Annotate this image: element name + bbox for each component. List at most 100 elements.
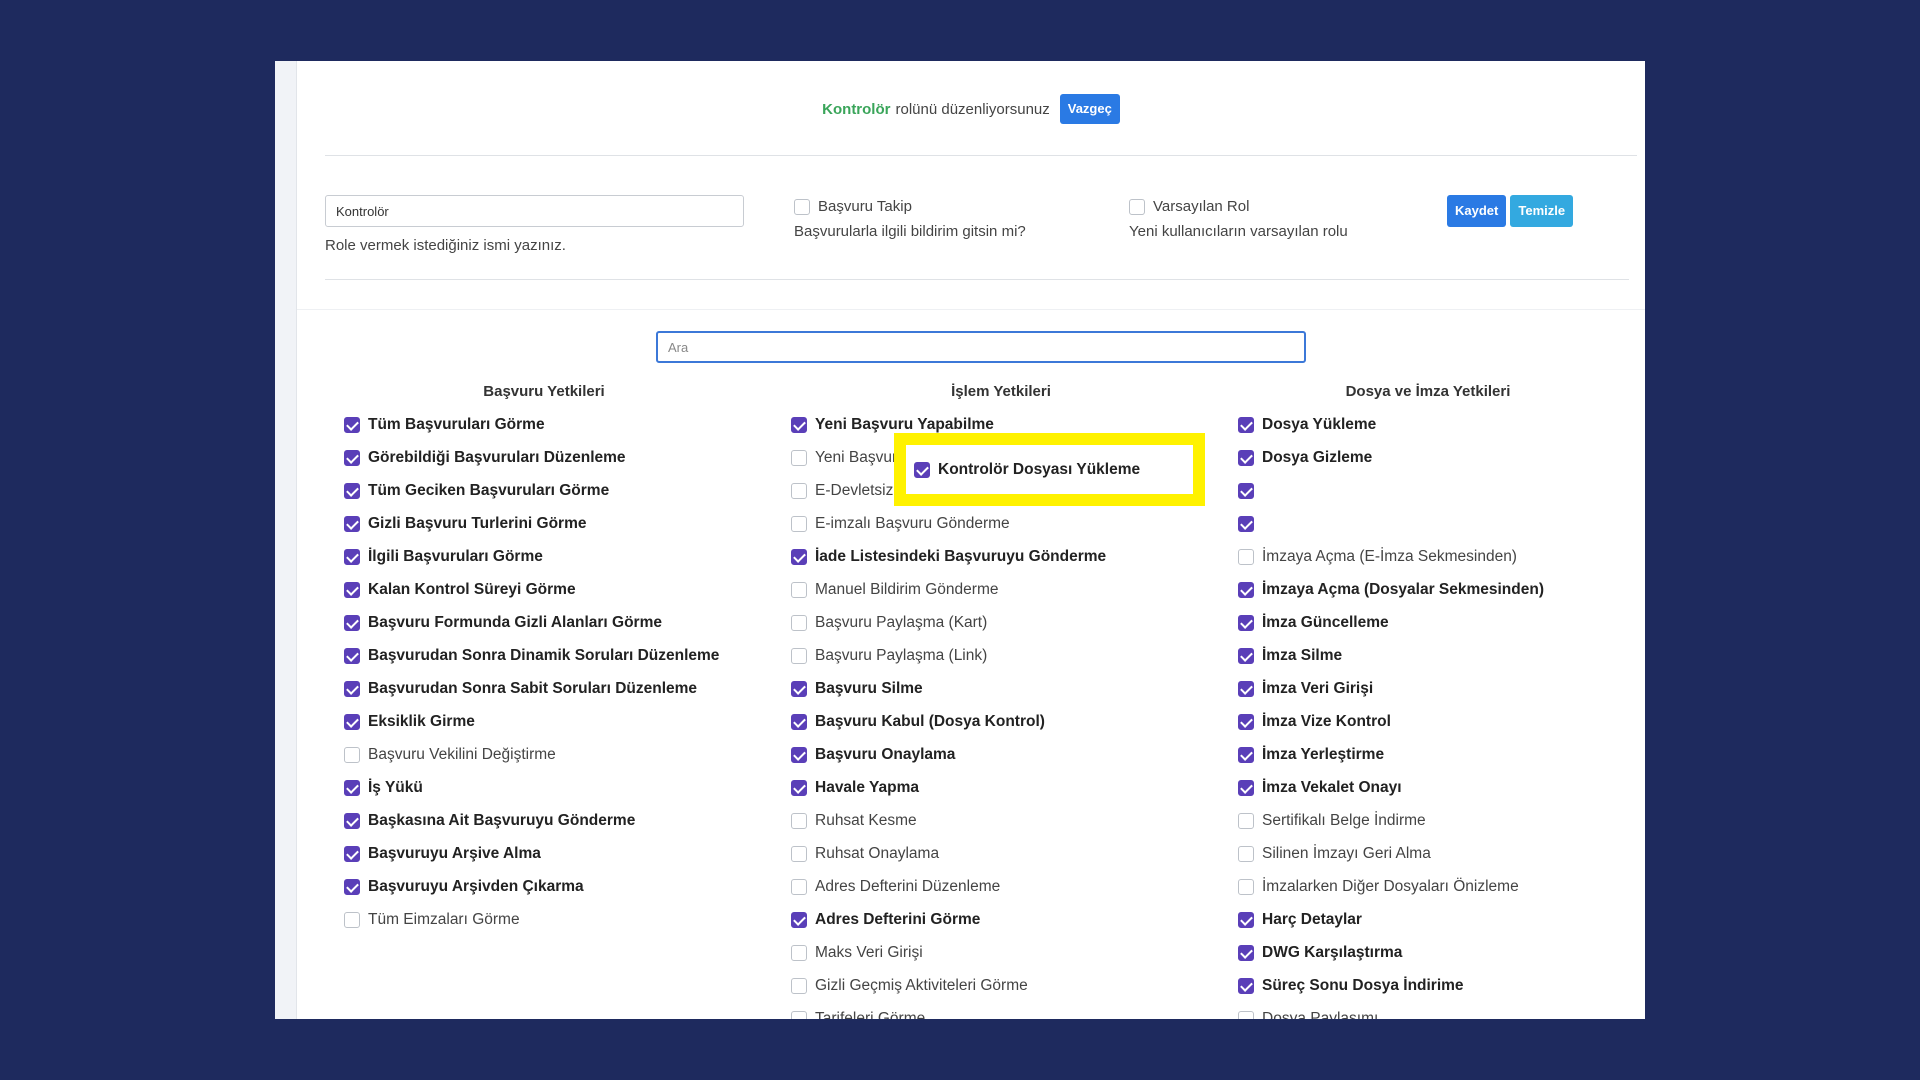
permission-item[interactable]: İmzaya Açma (Dosyalar Sekmesinden)	[1238, 573, 1618, 606]
permission-item[interactable]: Başkasına Ait Başvuruyu Gönderme	[344, 804, 744, 837]
permission-checkbox[interactable]	[1238, 746, 1254, 763]
save-button[interactable]: Kaydet	[1447, 195, 1507, 227]
permission-item[interactable]: Eksiklik Girme	[344, 705, 744, 738]
search-input[interactable]	[656, 331, 1306, 363]
varsayilan-rol-checkbox[interactable]	[1129, 198, 1145, 215]
permission-item[interactable]: Dosya Paylaşımı	[1238, 1002, 1618, 1019]
permission-checkbox[interactable]	[791, 713, 807, 730]
permission-checkbox[interactable]	[791, 548, 807, 565]
permission-checkbox[interactable]	[344, 482, 360, 499]
permission-checkbox[interactable]	[344, 713, 360, 730]
varsayilan-rol-checkbox-row[interactable]: Varsayılan Rol	[1129, 198, 1249, 215]
permission-checkbox[interactable]	[791, 812, 807, 829]
permission-item[interactable]: Kalan Kontrol Süreyi Görme	[344, 573, 744, 606]
permission-checkbox[interactable]	[344, 911, 360, 928]
permission-checkbox[interactable]	[791, 779, 807, 796]
permission-item[interactable]: Başvuru Vekilini Değiştirme	[344, 738, 744, 771]
permission-item[interactable]: Tarifeleri Görme	[791, 1002, 1211, 1019]
permission-item[interactable]: İmza Veri Girişi	[1238, 672, 1618, 705]
permission-item[interactable]: Başvuruyu Arşive Alma	[344, 837, 744, 870]
permission-item[interactable]: Gizli Başvuru Turlerini Görme	[344, 507, 744, 540]
permission-item[interactable]: Ruhsat Onaylama	[791, 837, 1211, 870]
permission-checkbox[interactable]	[1238, 680, 1254, 697]
permission-item[interactable]: İmzalarken Diğer Dosyaları Önizleme	[1238, 870, 1618, 903]
permission-item[interactable]: Başvurudan Sonra Dinamik Soruları Düzenl…	[344, 639, 744, 672]
permission-item[interactable]: Başvuru Silme	[791, 672, 1211, 705]
permission-item[interactable]: Harç Detaylar	[1238, 903, 1618, 936]
permission-checkbox[interactable]	[791, 647, 807, 664]
permission-item[interactable]: Başvuru Onaylama	[791, 738, 1211, 771]
permission-item[interactable]: İlgili Başvuruları Görme	[344, 540, 744, 573]
permission-item[interactable]: İş Yükü	[344, 771, 744, 804]
kontrolor-dosyasi-yukleme-checkbox[interactable]	[914, 461, 930, 478]
permission-checkbox[interactable]	[791, 581, 807, 598]
basvuru-takip-checkbox[interactable]	[794, 198, 810, 215]
permission-checkbox[interactable]	[1238, 911, 1254, 928]
permission-checkbox[interactable]	[791, 449, 807, 466]
permission-item[interactable]: Başvuru Formunda Gizli Alanları Görme	[344, 606, 744, 639]
permission-item[interactable]: Başvurudan Sonra Sabit Soruları Düzenlem…	[344, 672, 744, 705]
permission-checkbox[interactable]	[791, 878, 807, 895]
permission-checkbox[interactable]	[344, 515, 360, 532]
permission-item[interactable]: İade Listesindeki Başvuruyu Gönderme	[791, 540, 1211, 573]
permission-checkbox[interactable]	[344, 812, 360, 829]
permission-item[interactable]: Manuel Bildirim Gönderme	[791, 573, 1211, 606]
permission-item[interactable]: Görebildiği Başvuruları Düzenleme	[344, 441, 744, 474]
permission-checkbox[interactable]	[1238, 449, 1254, 466]
permission-checkbox[interactable]	[791, 746, 807, 763]
permission-item[interactable]: E-imzalı Başvuru Gönderme	[791, 507, 1211, 540]
permission-checkbox[interactable]	[1238, 812, 1254, 829]
permission-item[interactable]	[1238, 507, 1618, 540]
permission-checkbox[interactable]	[791, 416, 807, 433]
permission-checkbox[interactable]	[1238, 944, 1254, 961]
permission-item[interactable]: Tüm Geciken Başvuruları Görme	[344, 474, 744, 507]
permission-checkbox[interactable]	[1238, 977, 1254, 994]
permission-checkbox[interactable]	[1238, 548, 1254, 565]
permission-item[interactable]: İmza Güncelleme	[1238, 606, 1618, 639]
permission-checkbox[interactable]	[344, 680, 360, 697]
permission-checkbox[interactable]	[1238, 482, 1254, 499]
permission-item[interactable]: Dosya Yükleme	[1238, 408, 1618, 441]
permission-item[interactable]: İmza Vekalet Onayı	[1238, 771, 1618, 804]
permission-checkbox[interactable]	[1238, 647, 1254, 664]
permission-checkbox[interactable]	[344, 845, 360, 862]
permission-checkbox[interactable]	[791, 845, 807, 862]
permission-item[interactable]: İmza Vize Kontrol	[1238, 705, 1618, 738]
permission-checkbox[interactable]	[344, 581, 360, 598]
role-name-input[interactable]	[325, 195, 744, 227]
cancel-button[interactable]: Vazgeç	[1059, 94, 1120, 124]
permission-checkbox[interactable]	[791, 482, 807, 499]
permission-checkbox[interactable]	[344, 878, 360, 895]
clear-button[interactable]: Temizle	[1510, 195, 1574, 227]
permission-item[interactable]: Süreç Sonu Dosya İndirime	[1238, 969, 1618, 1002]
permission-item[interactable]: Gizli Geçmiş Aktiviteleri Görme	[791, 969, 1211, 1002]
permission-item[interactable]: DWG Karşılaştırma	[1238, 936, 1618, 969]
permission-checkbox[interactable]	[344, 779, 360, 796]
permission-item[interactable]: Dosya Gizleme	[1238, 441, 1618, 474]
permission-checkbox[interactable]	[791, 944, 807, 961]
permission-item[interactable]: Adres Defterini Düzenleme	[791, 870, 1211, 903]
permission-checkbox[interactable]	[1238, 416, 1254, 433]
permission-item[interactable]: Başvuru Paylaşma (Link)	[791, 639, 1211, 672]
permission-item[interactable]: Sertifikalı Belge İndirme	[1238, 804, 1618, 837]
permission-item[interactable]: Tüm Eimzaları Görme	[344, 903, 744, 936]
permission-item[interactable]: Silinen İmzayı Geri Alma	[1238, 837, 1618, 870]
permission-item[interactable]: Tüm Başvuruları Görme	[344, 408, 744, 441]
permission-checkbox[interactable]	[344, 647, 360, 664]
permission-checkbox[interactable]	[344, 548, 360, 565]
permission-checkbox[interactable]	[1238, 1010, 1254, 1019]
permission-checkbox[interactable]	[791, 1010, 807, 1019]
permission-item[interactable]: Başvuruyu Arşivden Çıkarma	[344, 870, 744, 903]
permission-checkbox[interactable]	[1238, 878, 1254, 895]
permission-checkbox[interactable]	[791, 515, 807, 532]
permission-item[interactable]: İmza Silme	[1238, 639, 1618, 672]
permission-checkbox[interactable]	[791, 680, 807, 697]
permission-item[interactable]: Başvuru Kabul (Dosya Kontrol)	[791, 705, 1211, 738]
permission-checkbox[interactable]	[344, 746, 360, 763]
permission-checkbox[interactable]	[344, 614, 360, 631]
permission-item[interactable]: Havale Yapma	[791, 771, 1211, 804]
permission-item[interactable]: İmzaya Açma (E-İmza Sekmesinden)	[1238, 540, 1618, 573]
permission-checkbox[interactable]	[791, 911, 807, 928]
permission-checkbox[interactable]	[1238, 614, 1254, 631]
permission-item[interactable]: Maks Veri Girişi	[791, 936, 1211, 969]
